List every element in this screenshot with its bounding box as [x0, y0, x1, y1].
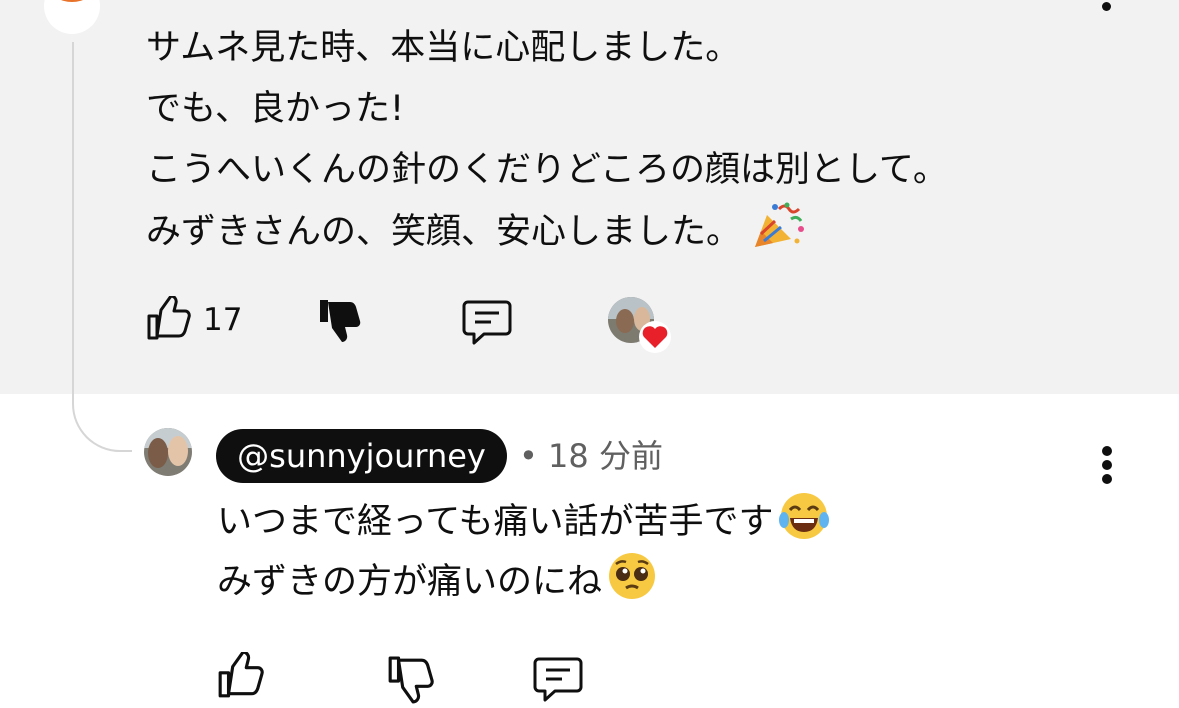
reply-avatar[interactable]	[144, 428, 192, 476]
party-popper-icon	[751, 201, 807, 271]
thumbs-down-filled-icon	[320, 300, 361, 342]
reply-button[interactable]	[533, 656, 583, 708]
like-count: 17	[203, 302, 243, 338]
comment-line: サムネ見た時、本当に心配しました。	[146, 28, 741, 68]
comment-icon	[533, 657, 583, 702]
dislike-button[interactable]	[316, 298, 362, 348]
thread-connector-line	[72, 42, 132, 452]
pumpkin-avatar-image	[50, 0, 94, 2]
reply-button[interactable]	[462, 299, 512, 351]
laughing-tears-icon	[778, 490, 830, 561]
more-vertical-icon[interactable]	[1099, 0, 1113, 16]
pleading-face-icon	[606, 550, 658, 621]
heart-icon	[638, 320, 672, 358]
thumbs-down-icon	[388, 656, 434, 704]
thumbs-up-icon	[218, 650, 264, 698]
dislike-button[interactable]	[386, 656, 434, 708]
parent-comment-text: サムネ見た時、本当に心配しました。 でも、良かった! こうへいくんの針のくだりど…	[146, 18, 1106, 262]
comment-timestamp: • 18 分前	[519, 437, 663, 475]
comment-line: みずきさんの、笑顔、安心しました。	[146, 212, 742, 252]
comment-line: みずきの方が痛いのにね	[217, 562, 603, 602]
like-button[interactable]	[145, 294, 191, 346]
comment-line: いつまで経っても痛い話が苦手です	[217, 502, 774, 542]
like-button[interactable]	[216, 650, 264, 704]
reply-comment-text: いつまで経っても痛い話が苦手です みずきの方が痛いのにね	[217, 490, 1117, 610]
thumbs-up-icon	[147, 294, 191, 340]
more-vertical-icon[interactable]	[1099, 446, 1115, 486]
comment-icon	[462, 300, 512, 345]
comment-line: こうへいくんの針のくだりどころの顔は別として。	[146, 150, 948, 190]
comment-line: でも、良かった!	[146, 89, 404, 129]
channel-handle[interactable]: @sunnyjourney	[216, 429, 507, 483]
